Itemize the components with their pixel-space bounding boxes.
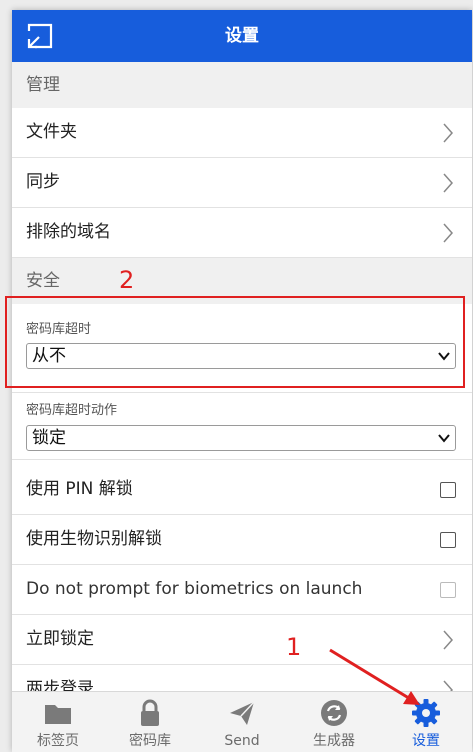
settings-panel: 设置 管理 文件夹 同步 排除的域名 安全 密码库超时 从不 密码库超时动作 锁… [12,10,472,751]
row-excluded-domains[interactable]: 排除的域名 [12,208,472,258]
section-manage: 管理 [12,62,472,108]
row-unlock-biometrics[interactable]: 使用生物识别解锁 [12,515,472,565]
lock-icon [141,699,159,726]
row-unlock-pin[interactable]: 使用 PIN 解锁 [12,465,472,515]
nav-send[interactable]: Send [196,692,288,752]
chevron-right-icon [443,630,454,650]
chevron-right-icon [443,123,454,143]
nav-vault-label: 密码库 [129,733,171,749]
vault-timeout-label: 密码库超时 [26,322,92,337]
annotation-number-2: 2 [119,266,135,294]
timeout-action-select[interactable]: 锁定 [26,425,456,451]
folder-icon [45,705,71,724]
row-folders-label: 文件夹 [26,122,77,142]
unlock-biometrics-checkbox[interactable] [440,532,456,548]
row-unlock-biometrics-label: 使用生物识别解锁 [26,529,162,549]
timeout-action-field: 密码库超时动作 锁定 [12,393,472,460]
row-folders[interactable]: 文件夹 [12,108,472,158]
page-title: 设置 [225,26,259,46]
timeout-action-value: 锁定 [32,428,66,448]
annotation-number-1: 1 [286,633,302,661]
row-sync[interactable]: 同步 [12,158,472,208]
bottom-nav: 标签页 密码库 Send 生成器 设置 [12,691,472,752]
nav-settings-label: 设置 [412,733,440,749]
vault-timeout-field: 密码库超时 从不 [12,304,472,393]
row-unlock-pin-label: 使用 PIN 解锁 [26,479,133,499]
gear-icon [412,699,440,727]
timeout-action-label: 密码库超时动作 [26,403,118,418]
no-biometrics-prompt-checkbox[interactable] [440,582,456,598]
nav-tabs[interactable]: 标签页 [12,692,104,752]
row-no-biometrics-prompt[interactable]: Do not prompt for biometrics on launch [12,565,472,615]
nav-generator-label: 生成器 [313,733,355,749]
refresh-icon [321,700,347,726]
nav-vault[interactable]: 密码库 [104,692,196,752]
row-lock-now-label: 立即锁定 [26,629,94,649]
vault-timeout-select[interactable]: 从不 [26,343,456,369]
row-excluded-domains-label: 排除的域名 [26,222,111,242]
header-bar: 设置 [12,10,472,62]
unlock-pin-checkbox[interactable] [440,482,456,498]
row-lock-now[interactable]: 立即锁定 [12,615,472,665]
chevron-down-icon [438,352,450,361]
row-no-biometrics-prompt-label: Do not prompt for biometrics on launch [26,579,363,599]
chevron-right-icon [443,223,454,243]
vault-timeout-value: 从不 [32,346,66,366]
nav-generator[interactable]: 生成器 [288,692,380,752]
chevron-down-icon [438,434,450,443]
row-sync-label: 同步 [26,172,60,192]
send-icon [230,701,255,725]
chevron-right-icon [443,173,454,193]
section-security: 安全 [12,258,472,304]
nav-send-label: Send [224,733,260,749]
nav-settings[interactable]: 设置 [380,692,472,752]
nav-tabs-label: 标签页 [37,733,79,749]
